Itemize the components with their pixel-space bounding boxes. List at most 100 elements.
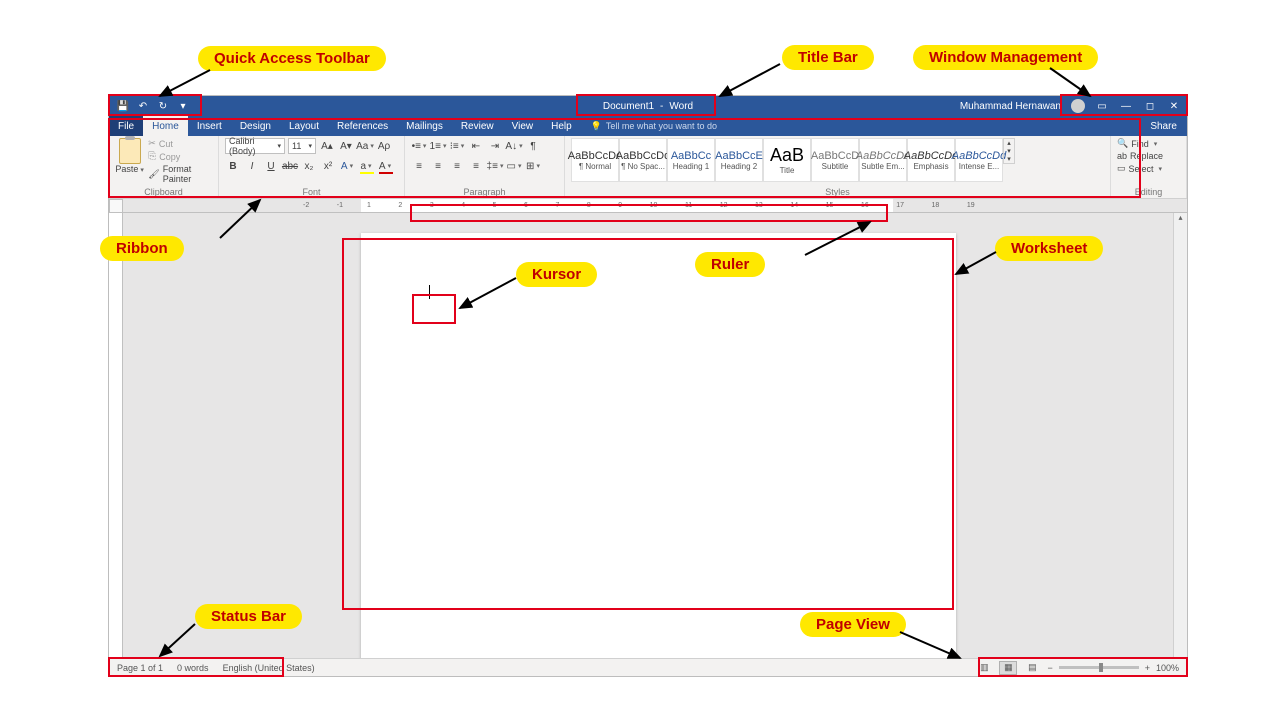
- line-spacing-button[interactable]: ‡≡: [487, 158, 503, 174]
- align-left-button[interactable]: ≡: [411, 158, 427, 174]
- tab-insert[interactable]: Insert: [188, 116, 231, 136]
- align-right-button[interactable]: ≡: [449, 158, 465, 174]
- page[interactable]: [361, 233, 956, 658]
- style-intense-emphasis[interactable]: AaBbCcDdIntense E...: [955, 138, 1003, 182]
- font-name-select[interactable]: Calibri (Body)▾: [225, 138, 285, 154]
- style-subtle-emphasis[interactable]: AaBbCcDdSubtle Em...: [859, 138, 907, 182]
- style-heading-2[interactable]: AaBbCcEHeading 2: [715, 138, 763, 182]
- numbering-button[interactable]: 1≡: [430, 138, 446, 154]
- zoom-slider[interactable]: [1059, 666, 1139, 669]
- qat-dropdown-icon[interactable]: ▾: [177, 100, 189, 112]
- zoom-level[interactable]: 100%: [1156, 663, 1179, 673]
- text-effects-button[interactable]: A: [339, 158, 355, 174]
- tab-home[interactable]: Home: [143, 116, 188, 136]
- quick-access-toolbar: 💾 ↶ ↻ ▾: [109, 100, 197, 112]
- maximize-button[interactable]: ◻: [1143, 101, 1157, 112]
- tab-references[interactable]: References: [328, 116, 397, 136]
- show-marks-button[interactable]: ¶: [525, 138, 541, 154]
- page-indicator[interactable]: Page 1 of 1: [117, 663, 163, 673]
- tell-me-search[interactable]: 💡 Tell me what you want to do: [591, 116, 717, 136]
- undo-icon[interactable]: ↶: [137, 100, 149, 112]
- group-font: Calibri (Body)▾ 11▾ A▴ A▾ Aa Aρ B I U ab…: [219, 136, 405, 198]
- save-icon[interactable]: 💾: [117, 100, 129, 112]
- shading-button[interactable]: ▭: [506, 158, 522, 174]
- tab-help[interactable]: Help: [542, 116, 581, 136]
- borders-button[interactable]: ⊞: [525, 158, 541, 174]
- app-name: Word: [669, 101, 693, 112]
- vertical-scrollbar[interactable]: ▴: [1173, 213, 1187, 658]
- style-no-spacing[interactable]: AaBbCcDd¶ No Spac...: [619, 138, 667, 182]
- minimize-button[interactable]: —: [1119, 101, 1133, 112]
- styles-gallery-scroll[interactable]: ▴▾▾: [1003, 138, 1015, 164]
- read-mode-button[interactable]: ▥: [975, 661, 993, 675]
- ribbon-tabs: File Home Insert Design Layout Reference…: [109, 116, 1187, 136]
- font-size-select[interactable]: 11▾: [288, 138, 316, 154]
- decrease-indent-button[interactable]: ⇤: [468, 138, 484, 154]
- underline-button[interactable]: U: [263, 158, 279, 174]
- format-painter-button[interactable]: Format Painter: [148, 164, 212, 184]
- style-emphasis[interactable]: AaBbCcDdEmphasis: [907, 138, 955, 182]
- callout-pageview: Page View: [800, 612, 906, 637]
- strikethrough-button[interactable]: abc: [282, 158, 298, 174]
- ruler-row: -2-1 12345678910111213141516171819: [109, 199, 1187, 213]
- callout-worksheet: Worksheet: [995, 236, 1103, 261]
- zoom-in-button[interactable]: +: [1145, 663, 1150, 673]
- paste-button[interactable]: Paste: [115, 138, 144, 174]
- style-title[interactable]: AaBTitle: [763, 138, 811, 182]
- ribbon-display-button[interactable]: ▭: [1095, 101, 1109, 112]
- group-editing: 🔍Find abReplace ▭Select Editing: [1111, 136, 1187, 198]
- status-bar: Page 1 of 1 0 words English (United Stat…: [109, 658, 1187, 676]
- copy-button[interactable]: Copy: [148, 151, 212, 162]
- doc-name: Document1: [603, 101, 654, 112]
- print-layout-button[interactable]: ▦: [999, 661, 1017, 675]
- tab-view[interactable]: View: [503, 116, 543, 136]
- redo-icon[interactable]: ↻: [157, 100, 169, 112]
- align-center-button[interactable]: ≡: [430, 158, 446, 174]
- callout-winmgmt: Window Management: [913, 45, 1098, 70]
- lightbulb-icon: 💡: [591, 121, 602, 132]
- justify-button[interactable]: ≡: [468, 158, 484, 174]
- italic-button[interactable]: I: [244, 158, 260, 174]
- word-count[interactable]: 0 words: [177, 663, 209, 673]
- tab-mailings[interactable]: Mailings: [397, 116, 452, 136]
- callout-kursor: Kursor: [516, 262, 597, 287]
- style-heading-1[interactable]: AaBbCcHeading 1: [667, 138, 715, 182]
- clear-formatting-button[interactable]: Aρ: [376, 138, 392, 154]
- callout-ribbon: Ribbon: [100, 236, 184, 261]
- vertical-ruler[interactable]: [109, 213, 123, 658]
- cut-button[interactable]: Cut: [148, 138, 212, 149]
- avatar[interactable]: [1071, 99, 1085, 113]
- replace-button[interactable]: abReplace: [1117, 151, 1163, 161]
- tab-layout[interactable]: Layout: [280, 116, 328, 136]
- select-button[interactable]: ▭Select: [1117, 163, 1163, 174]
- zoom-out-button[interactable]: −: [1047, 663, 1052, 673]
- horizontal-ruler[interactable]: -2-1 12345678910111213141516171819: [123, 199, 1187, 213]
- style-normal[interactable]: AaBbCcDd¶ Normal: [571, 138, 619, 182]
- bold-button[interactable]: B: [225, 158, 241, 174]
- tab-review[interactable]: Review: [452, 116, 503, 136]
- language-indicator[interactable]: English (United States): [223, 663, 315, 673]
- share-button[interactable]: Share: [1140, 116, 1187, 136]
- grow-font-button[interactable]: A▴: [319, 138, 335, 154]
- web-layout-button[interactable]: ▤: [1023, 661, 1041, 675]
- subscript-button[interactable]: x₂: [301, 158, 317, 174]
- paste-icon: [119, 138, 141, 164]
- ribbon: Paste Cut Copy Format Painter Clipboard …: [109, 136, 1187, 199]
- shrink-font-button[interactable]: A▾: [338, 138, 354, 154]
- sort-button[interactable]: A↓: [506, 138, 522, 154]
- highlight-button[interactable]: a: [358, 158, 374, 174]
- bullets-button[interactable]: •≡: [411, 138, 427, 154]
- find-button[interactable]: 🔍Find: [1117, 138, 1163, 149]
- tab-design[interactable]: Design: [231, 116, 280, 136]
- superscript-button[interactable]: x²: [320, 158, 336, 174]
- increase-indent-button[interactable]: ⇥: [487, 138, 503, 154]
- font-color-button[interactable]: A: [377, 158, 393, 174]
- tab-file[interactable]: File: [109, 116, 143, 136]
- style-subtitle[interactable]: AaBbCcDSubtitle: [811, 138, 859, 182]
- document-title: Document1 - Word: [603, 101, 693, 112]
- scroll-up-icon[interactable]: ▴: [1174, 213, 1187, 227]
- close-button[interactable]: ✕: [1167, 101, 1181, 112]
- multilevel-list-button[interactable]: ⁝≡: [449, 138, 465, 154]
- change-case-button[interactable]: Aa: [357, 138, 373, 154]
- document-area: ▴: [109, 213, 1187, 658]
